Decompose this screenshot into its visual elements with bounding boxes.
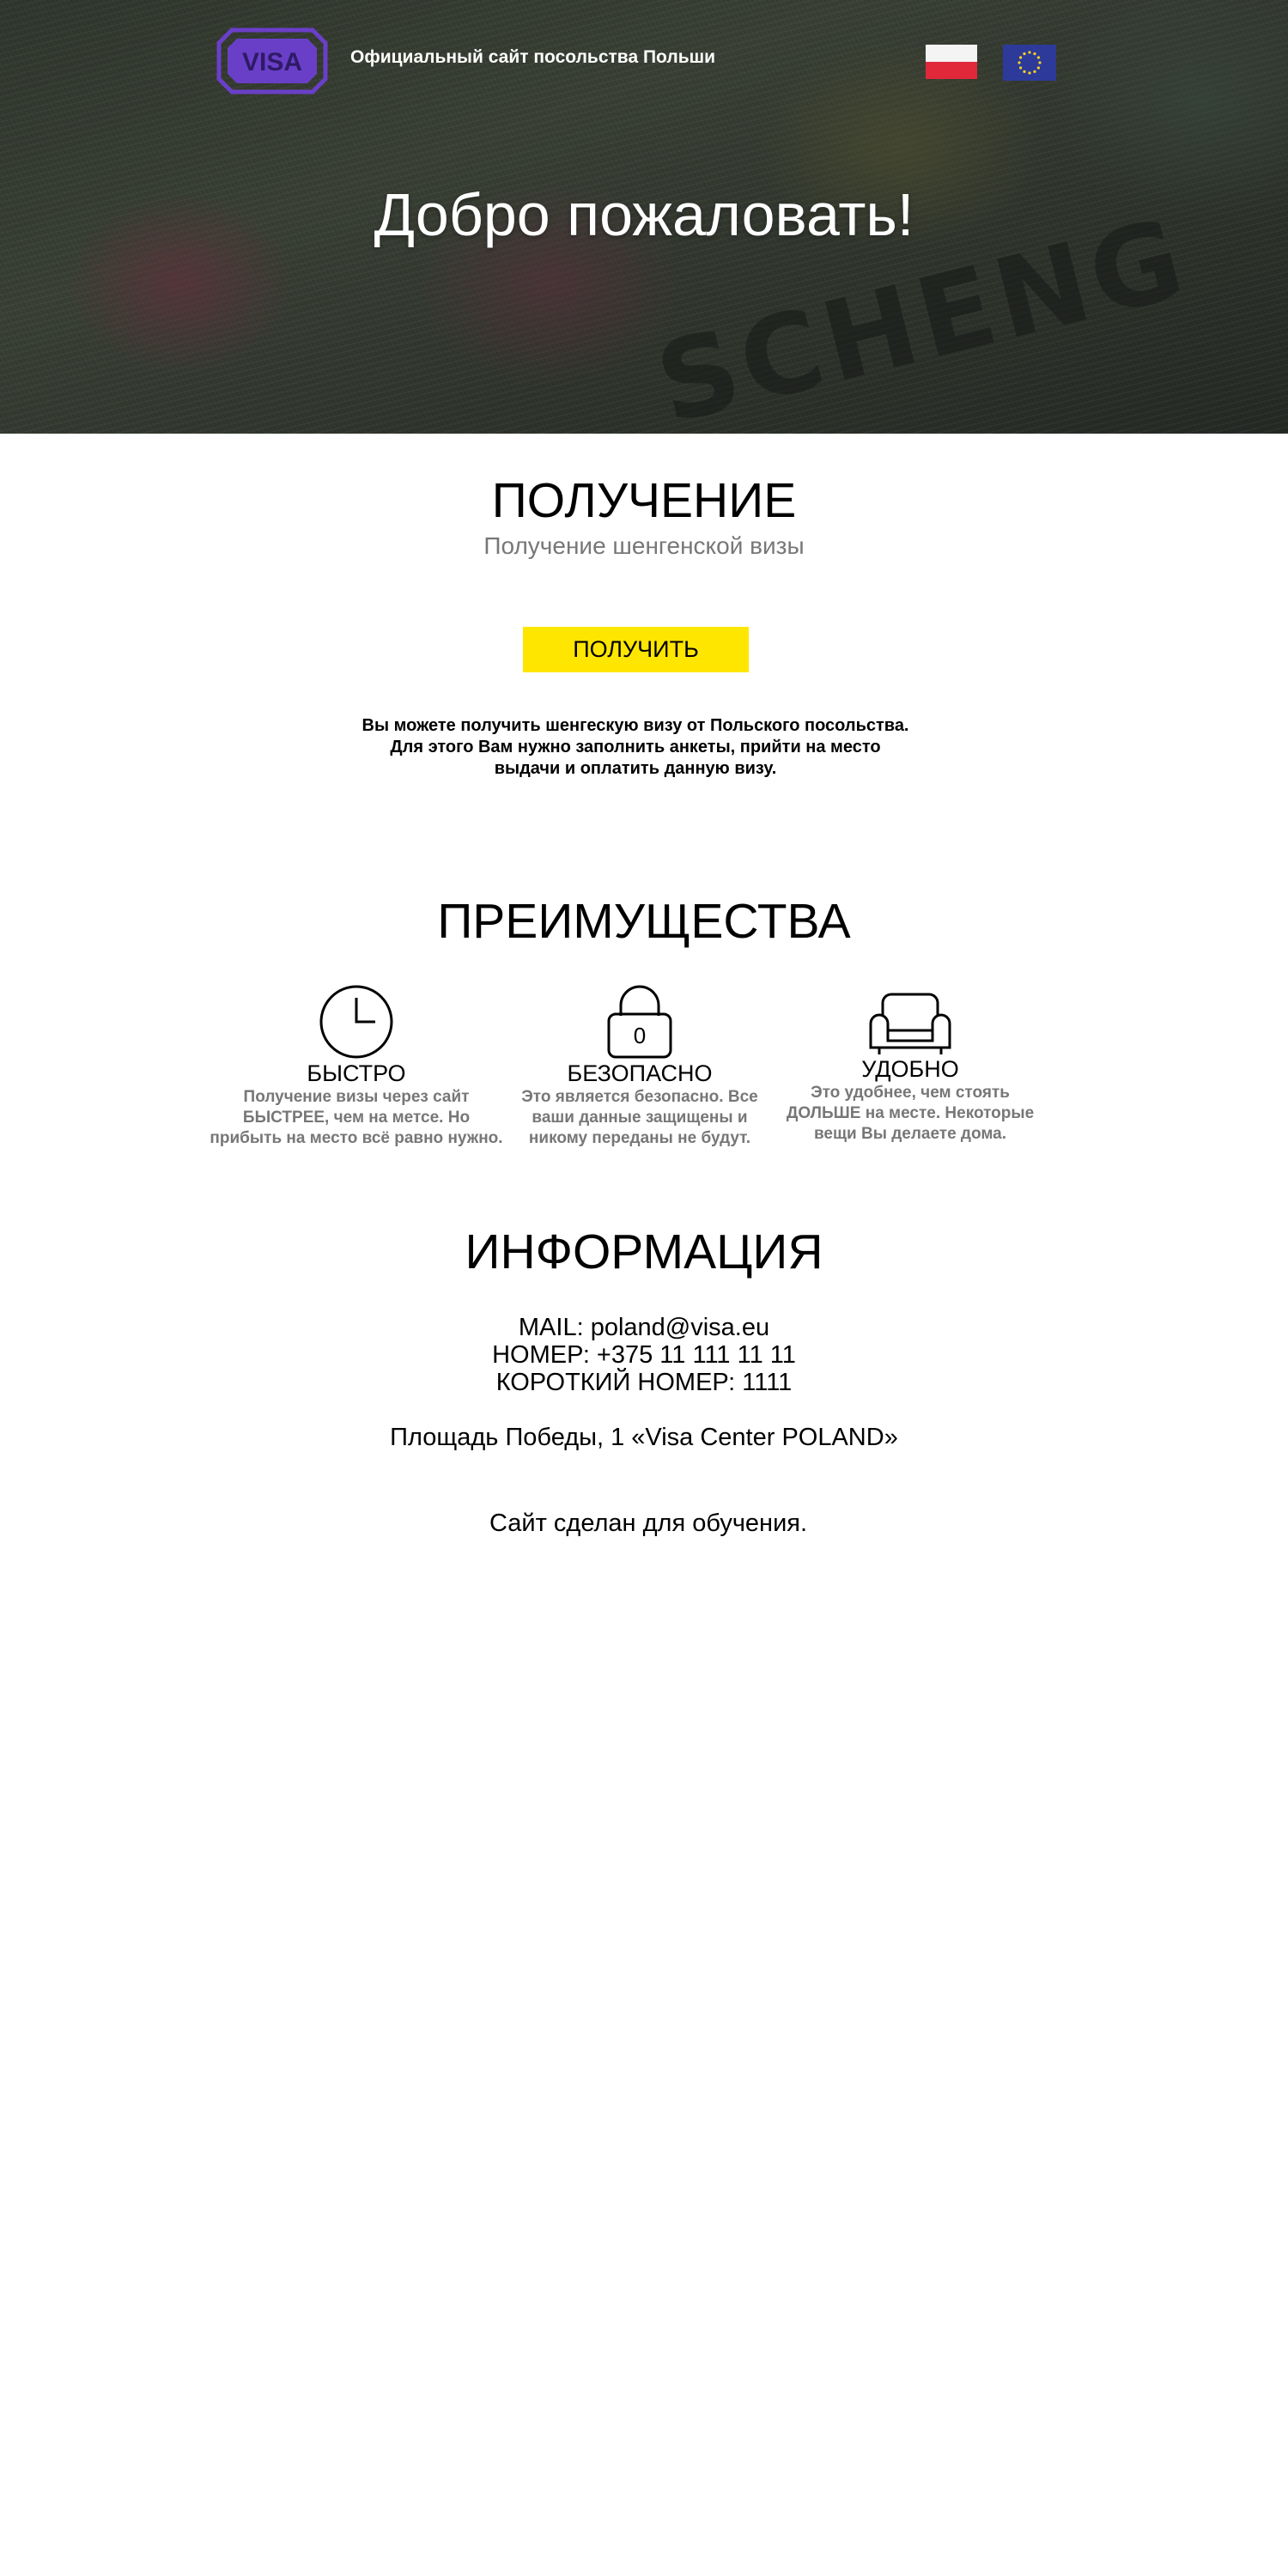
get-visa-button[interactable]: ПОЛУЧИТЬ: [523, 627, 749, 672]
eu-stars-icon: [1018, 51, 1042, 75]
footer-note: Сайт сделан для обучения.: [489, 1510, 808, 1537]
obtain-description: Вы можете получить шенгескую визу от Пол…: [343, 715, 927, 780]
eu-star: [1033, 52, 1036, 56]
contact-address: Площадь Победы, 1 «Visa Center POLAND»: [390, 1424, 898, 1451]
advantage-secure: 0 БЕЗОПАСНО Это является безопасно. Все …: [507, 983, 773, 1149]
visa-logo[interactable]: VISA: [216, 27, 328, 99]
advantage-description-line: прибыть на место всё равно нужно.: [210, 1129, 503, 1147]
obtain-section-subtitle: Получение шенгенской визы: [483, 532, 805, 559]
advantage-fast: БЫСТРО Получение визы через сайт БЫСТРЕЕ…: [206, 983, 507, 1149]
obtain-description-line: Вы можете получить шенгескую визу от Пол…: [361, 716, 909, 735]
advantage-description-line: ваши данные защищены и: [532, 1109, 748, 1127]
eu-star: [1028, 51, 1031, 54]
eu-star: [1019, 56, 1023, 59]
flag-poland-white-stripe: [926, 45, 977, 62]
flag-poland-red-stripe: [926, 62, 977, 79]
advantages-section-title: ПРЕИМУЩЕСТВА: [437, 894, 851, 949]
flag-european-union[interactable]: [1003, 45, 1056, 81]
advantage-description-line: вещи Вы делаете дома.: [813, 1125, 1006, 1143]
site-title: Официальный сайт посольства Польши: [350, 47, 716, 67]
eu-star: [1028, 71, 1031, 75]
eu-star: [1036, 56, 1040, 59]
visa-logo-icon: VISA: [216, 27, 328, 94]
advantage-description: Это является безопасно. Все ваши данные …: [507, 1087, 773, 1149]
advantage-title: БЕЗОПАСНО: [567, 1060, 713, 1086]
advantage-description-line: ДОЛЬШЕ на месте. Некоторые: [786, 1104, 1035, 1122]
contact-mail[interactable]: MAIL: poland@visa.eu: [0, 1314, 1288, 1341]
armchair-icon: [869, 993, 951, 1054]
flag-poland[interactable]: [926, 45, 977, 79]
clock-icon: [319, 985, 393, 1059]
eu-star: [1033, 70, 1036, 73]
lock-icon: 0: [607, 985, 672, 1059]
advantage-title: БЫСТРО: [307, 1060, 406, 1086]
eu-star: [1019, 66, 1023, 70]
advantage-description: Это удобнее, чем стоять ДОЛЬШЕ на месте.…: [773, 1083, 1048, 1145]
advantage-description-line: Это удобнее, чем стоять: [811, 1084, 1010, 1102]
svg-text:VISA: VISA: [242, 48, 302, 76]
obtain-description-line: Для этого Вам нужно заполнить анкеты, пр…: [390, 738, 881, 756]
advantage-comfortable: УДОБНО Это удобнее, чем стоять ДОЛЬШЕ на…: [773, 989, 1048, 1145]
obtain-section-title: ПОЛУЧЕНИЕ: [491, 473, 797, 528]
contact-short-phone[interactable]: КОРОТКИЙ НОМЕР: 1111: [0, 1369, 1288, 1396]
eu-star: [1023, 70, 1026, 73]
eu-star: [1018, 61, 1021, 64]
advantage-title: УДОБНО: [861, 1056, 959, 1082]
eu-star: [1036, 66, 1040, 70]
hero-title: Добро пожаловать!: [374, 181, 914, 248]
contact-phone[interactable]: НОМЕР: +375 11 111 11 11: [0, 1341, 1288, 1369]
hero-banner: SCHENG VISA Официальный сайт посольства …: [0, 0, 1288, 434]
svg-text:0: 0: [634, 1023, 646, 1048]
eu-star: [1038, 61, 1042, 64]
advantage-description-line: Получение визы через сайт: [243, 1088, 470, 1106]
info-section-title: ИНФОРМАЦИЯ: [465, 1224, 823, 1279]
eu-star: [1023, 52, 1026, 56]
obtain-description-line: выдачи и оплатить данную визу.: [494, 759, 777, 778]
advantage-description-line: БЫСТРЕЕ, чем на метсе. Но: [242, 1109, 471, 1127]
advantage-description-line: Это является безопасно. Все: [521, 1088, 758, 1106]
advantage-description: Получение визы через сайт БЫСТРЕЕ, чем н…: [206, 1087, 507, 1149]
contact-info: MAIL: poland@visa.eu НОМЕР: +375 11 111 …: [0, 1314, 1288, 1396]
advantage-description-line: никому переданы не будут.: [528, 1129, 751, 1147]
